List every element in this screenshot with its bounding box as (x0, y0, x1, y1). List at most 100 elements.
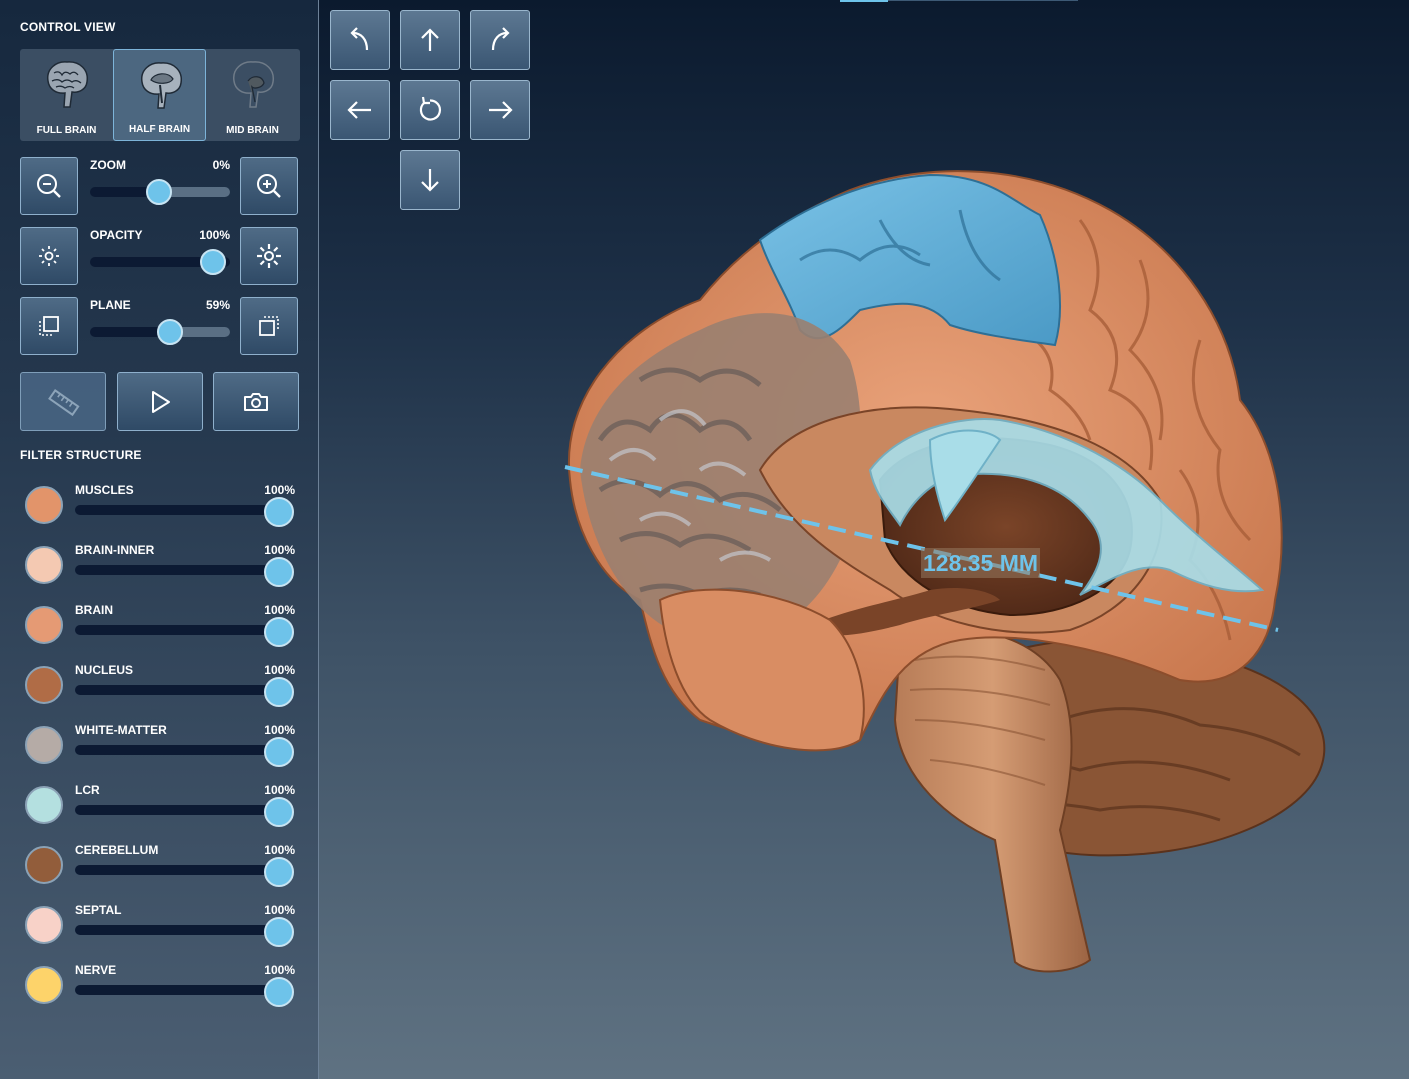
filter-slider-thumb-brain-inner[interactable] (264, 557, 294, 587)
filter-color-brain-inner[interactable] (25, 546, 63, 584)
filter-color-white-matter[interactable] (25, 726, 63, 764)
full-brain-icon (47, 61, 88, 108)
control-panel: CONTROL VIEW FULL BRAIN HALF BRAIN MID B… (0, 0, 319, 1079)
view-mode-selector: FULL BRAIN HALF BRAIN MID BRAIN (20, 49, 300, 141)
filter-color-lcr[interactable] (25, 786, 63, 824)
brightness-low-icon (39, 246, 59, 266)
rotate-left-button[interactable] (330, 80, 390, 140)
plane-forward-button[interactable] (240, 297, 298, 355)
filter-slider-septal[interactable] (75, 925, 279, 935)
corpus-callosum (758, 406, 1163, 634)
rotate-up-right-button[interactable] (470, 10, 530, 70)
filter-color-cerebellum[interactable] (25, 846, 63, 884)
temporal-lobe (658, 588, 865, 752)
filter-value-cerebellum: 100% (264, 843, 295, 857)
plane-slider-thumb[interactable] (157, 319, 183, 345)
mid-brain-button[interactable]: MID BRAIN (206, 49, 299, 141)
full-brain-label: FULL BRAIN (36, 125, 97, 136)
arrow-down-icon (421, 169, 439, 192)
filter-color-nucleus[interactable] (25, 666, 63, 704)
plane-label: PLANE (90, 298, 131, 312)
opacity-slider-thumb[interactable] (200, 249, 226, 275)
zoom-out-icon (37, 174, 61, 198)
arrow-right-icon (489, 101, 513, 119)
cerebrum (567, 170, 1283, 750)
filter-slider-thumb-nerve[interactable] (264, 977, 294, 1007)
arrow-left-icon (347, 101, 371, 119)
filter-row-muscles: MUSCLES 100% (0, 483, 319, 543)
plane-back-icon (39, 316, 59, 336)
filter-slider-cerebellum[interactable] (75, 865, 279, 875)
filter-slider-brain-inner[interactable] (75, 565, 279, 575)
mid-brain-icon (233, 61, 274, 108)
filter-label-muscles: MUSCLES (75, 483, 134, 497)
filter-color-muscles[interactable] (25, 486, 63, 524)
filter-row-cerebellum: CEREBELLUM 100% (0, 843, 319, 903)
plane-backward-button[interactable] (20, 297, 78, 355)
zoom-slider-thumb[interactable] (146, 179, 172, 205)
cerebellum (903, 638, 1326, 857)
filter-slider-nucleus[interactable] (75, 685, 279, 695)
frontal-cut-surface (580, 313, 861, 642)
view-indicator-track (888, 0, 1078, 1)
filter-slider-thumb-lcr[interactable] (264, 797, 294, 827)
rotate-right-button[interactable] (470, 80, 530, 140)
rotate-down-button[interactable] (400, 150, 460, 210)
opacity-increase-button[interactable] (240, 227, 298, 285)
zoom-in-icon (257, 174, 281, 198)
filter-structure-title: FILTER STRUCTURE (20, 448, 142, 462)
filter-row-brain-inner: BRAIN-INNER 100% (0, 543, 319, 603)
filter-label-nerve: NERVE (75, 963, 117, 977)
filter-color-septal[interactable] (25, 906, 63, 944)
filter-value-septal: 100% (264, 903, 295, 917)
filter-label-nucleus: NUCLEUS (75, 663, 134, 677)
filter-color-brain[interactable] (25, 606, 63, 644)
rotate-up-right-icon (491, 27, 510, 51)
filter-label-brain: BRAIN (75, 603, 113, 617)
optic-nerve (800, 588, 1000, 636)
filter-label-septal: SEPTAL (75, 903, 122, 917)
filter-label-lcr: LCR (75, 783, 100, 797)
filter-slider-thumb-nucleus[interactable] (264, 677, 294, 707)
plane-front-icon (259, 316, 279, 336)
mid-brain-label: MID BRAIN (226, 125, 279, 136)
filter-slider-brain[interactable] (75, 625, 279, 635)
rotate-up-button[interactable] (400, 10, 460, 70)
reset-rotation-icon (419, 96, 442, 121)
full-brain-button[interactable]: FULL BRAIN (20, 49, 113, 141)
opacity-value: 100% (199, 228, 230, 242)
arrow-up-icon (421, 28, 439, 51)
filter-slider-thumb-white-matter[interactable] (264, 737, 294, 767)
plane-value: 59% (205, 298, 230, 312)
ruler-button[interactable] (20, 372, 106, 431)
screenshot-button[interactable] (213, 372, 299, 431)
filter-color-nerve[interactable] (25, 966, 63, 1004)
filter-slider-thumb-septal[interactable] (264, 917, 294, 947)
filter-slider-muscles[interactable] (75, 505, 279, 515)
filter-value-muscles: 100% (264, 483, 295, 497)
filter-slider-nerve[interactable] (75, 985, 279, 995)
filter-slider-thumb-muscles[interactable] (264, 497, 294, 527)
motor-cortex-region (758, 173, 1061, 347)
filter-label-white-matter: WHITE-MATTER (75, 723, 167, 737)
half-brain-button[interactable]: HALF BRAIN (113, 49, 206, 141)
zoom-in-button[interactable] (240, 157, 298, 215)
camera-icon (244, 392, 268, 411)
ruler-icon (48, 388, 80, 416)
play-button[interactable] (117, 372, 203, 431)
reset-rotation-button[interactable] (400, 80, 460, 140)
half-brain-icon (141, 62, 182, 109)
measurement-label: 128.35 MM (921, 548, 1041, 578)
filter-label-brain-inner: BRAIN-INNER (75, 543, 155, 557)
zoom-label: ZOOM (90, 158, 126, 172)
filter-slider-lcr[interactable] (75, 805, 279, 815)
zoom-out-button[interactable] (20, 157, 78, 215)
filter-slider-thumb-brain[interactable] (264, 617, 294, 647)
rotate-up-left-icon (350, 27, 369, 51)
filter-slider-white-matter[interactable] (75, 745, 279, 755)
filter-slider-thumb-cerebellum[interactable] (264, 857, 294, 887)
rotate-up-left-button[interactable] (330, 10, 390, 70)
view-indicator (840, 0, 888, 2)
brain-stem (893, 629, 1092, 973)
opacity-decrease-button[interactable] (20, 227, 78, 285)
